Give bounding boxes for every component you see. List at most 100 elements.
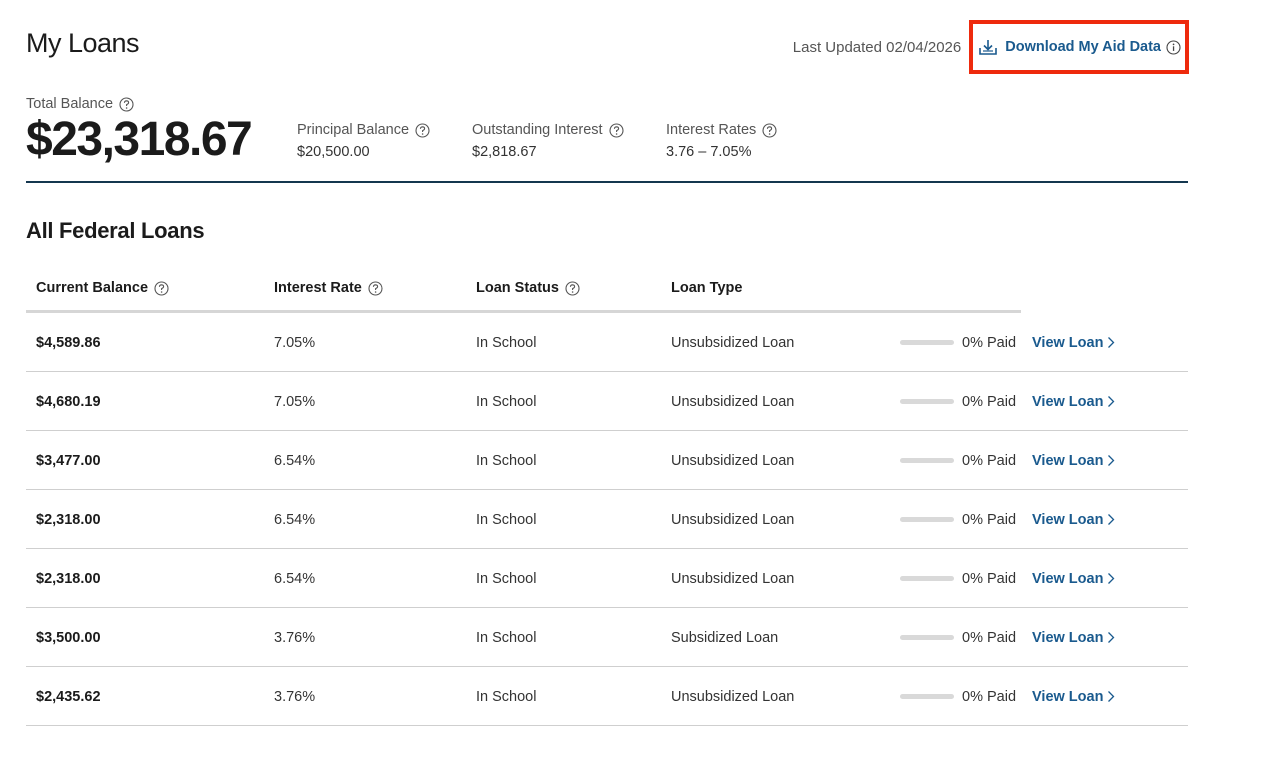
current-balance-cell: $2,318.00 [36, 511, 101, 528]
progress-bar-track [900, 399, 954, 404]
progress-bar-track [900, 458, 954, 463]
loan-status-cell: In School [476, 334, 537, 351]
chevron-right-icon [1108, 632, 1115, 643]
progress-bar-track [900, 694, 954, 699]
info-icon[interactable] [1166, 39, 1181, 55]
chevron-right-icon [1108, 337, 1115, 348]
chevron-right-icon [1108, 514, 1115, 525]
loan-status-cell: In School [476, 393, 537, 410]
loan-status-cell: In School [476, 629, 537, 646]
view-loan-link[interactable]: View Loan [1032, 549, 1115, 608]
chevron-right-icon [1108, 396, 1115, 407]
download-highlight-box: Download My Aid Data [969, 20, 1189, 74]
current-balance-cell: $3,500.00 [36, 629, 101, 646]
help-icon[interactable] [565, 280, 580, 296]
loan-status-cell: In School [476, 688, 537, 705]
interest-rates-value: 3.76 – 7.05% [666, 144, 752, 160]
loan-type-cell: Unsubsidized Loan [671, 452, 795, 469]
current-balance-cell: $2,435.62 [36, 688, 101, 705]
view-loan-label: View Loan [1032, 334, 1104, 351]
help-icon[interactable] [762, 122, 777, 138]
progress-bar-track [900, 340, 954, 345]
table-row: $3,500.00 3.76% In School Subsidized Loan 0%… [26, 608, 1188, 667]
table-row: $2,318.00 6.54% In School Unsubsidized Loan… [26, 549, 1188, 608]
interest-rates-label: Interest Rates [666, 122, 757, 138]
table-row: $4,680.19 7.05% In School Unsubsidized Loan… [26, 372, 1188, 431]
loan-status-cell: In School [476, 570, 537, 587]
interest-rate-cell: 7.05% [274, 393, 316, 410]
view-loan-link[interactable]: View Loan [1032, 313, 1115, 372]
view-loan-link[interactable]: View Loan [1032, 667, 1115, 726]
chevron-right-icon [1108, 455, 1115, 466]
view-loan-label: View Loan [1032, 452, 1104, 469]
help-icon[interactable] [368, 280, 383, 296]
paid-progress: 0% Paid [900, 372, 1016, 431]
current-balance-cell: $4,680.19 [36, 393, 101, 410]
table-header: Current Balance Interest Rate Loan Statu… [26, 268, 1021, 313]
paid-progress: 0% Paid [900, 667, 1016, 726]
total-balance-value: $23,318.67 [26, 113, 253, 166]
help-icon[interactable] [154, 280, 169, 296]
loan-type-cell: Unsubsidized Loan [671, 570, 795, 587]
interest-rates-stat: Interest Rates 3.76 – 7.05% [666, 122, 777, 160]
paid-percent-label: 0% Paid [962, 570, 1017, 587]
current-balance-cell: $4,589.86 [36, 334, 101, 351]
view-loan-link[interactable]: View Loan [1032, 490, 1115, 549]
paid-percent-label: 0% Paid [962, 629, 1017, 646]
download-aid-data-link[interactable]: Download My Aid Data [979, 39, 1161, 55]
paid-percent-label: 0% Paid [962, 511, 1017, 528]
view-loan-link[interactable]: View Loan [1032, 372, 1115, 431]
section-title: All Federal Loans [26, 218, 205, 243]
principal-balance-value: $20,500.00 [297, 144, 370, 160]
current-balance-cell: $2,318.00 [36, 570, 101, 587]
interest-rate-cell: 6.54% [274, 452, 316, 469]
paid-percent-label: 0% Paid [962, 452, 1017, 469]
paid-progress: 0% Paid [900, 431, 1016, 490]
chevron-right-icon [1108, 573, 1115, 584]
interest-rate-cell: 3.76% [274, 688, 316, 705]
loans-table: Current Balance Interest Rate Loan Statu… [26, 268, 1188, 726]
last-updated-text: Last Updated 02/04/2026 [792, 38, 962, 56]
total-balance-label: Total Balance [26, 96, 134, 112]
outstanding-interest-value: $2,818.67 [472, 144, 537, 160]
help-icon[interactable] [609, 122, 624, 138]
view-loan-link[interactable]: View Loan [1032, 431, 1115, 490]
download-icon [979, 40, 998, 55]
paid-progress: 0% Paid [900, 313, 1016, 372]
loan-type-cell: Subsidized Loan [671, 629, 779, 646]
page-title: My Loans [26, 28, 140, 58]
paid-progress: 0% Paid [900, 549, 1016, 608]
progress-bar-track [900, 576, 954, 581]
help-icon[interactable] [119, 96, 134, 112]
view-loan-label: View Loan [1032, 511, 1104, 528]
download-link-label: Download My Aid Data [1005, 39, 1161, 55]
outstanding-interest-stat: Outstanding Interest $2,818.67 [472, 122, 624, 160]
paid-progress: 0% Paid [900, 490, 1016, 549]
interest-rate-cell: 6.54% [274, 511, 316, 528]
current-balance-cell: $3,477.00 [36, 452, 101, 469]
loan-status-cell: In School [476, 452, 537, 469]
progress-bar-track [900, 635, 954, 640]
view-loan-label: View Loan [1032, 570, 1104, 587]
table-row: $4,589.86 7.05% In School Unsubsidized Loan… [26, 313, 1188, 372]
table-row: $2,318.00 6.54% In School Unsubsidized Loan… [26, 490, 1188, 549]
interest-rate-cell: 7.05% [274, 334, 316, 351]
loan-type-cell: Unsubsidized Loan [671, 511, 795, 528]
loan-summary: Total Balance $23,318.67 Principal Balan… [26, 94, 1188, 183]
loan-status-cell: In School [476, 511, 537, 528]
help-icon[interactable] [415, 122, 430, 138]
paid-percent-label: 0% Paid [962, 334, 1017, 351]
column-header-current-balance: Current Balance [36, 280, 169, 296]
interest-rate-cell: 6.54% [274, 570, 316, 587]
loan-type-cell: Unsubsidized Loan [671, 393, 795, 410]
principal-balance-stat: Principal Balance $20,500.00 [297, 122, 430, 160]
column-header-interest-rate: Interest Rate [274, 280, 383, 296]
view-loan-label: View Loan [1032, 393, 1104, 410]
loan-type-cell: Unsubsidized Loan [671, 334, 795, 351]
loan-type-cell: Unsubsidized Loan [671, 688, 795, 705]
view-loan-link[interactable]: View Loan [1032, 608, 1115, 667]
paid-percent-label: 0% Paid [962, 393, 1017, 410]
paid-progress: 0% Paid [900, 608, 1016, 667]
column-header-loan-status: Loan Status [476, 280, 580, 296]
interest-rate-cell: 3.76% [274, 629, 316, 646]
